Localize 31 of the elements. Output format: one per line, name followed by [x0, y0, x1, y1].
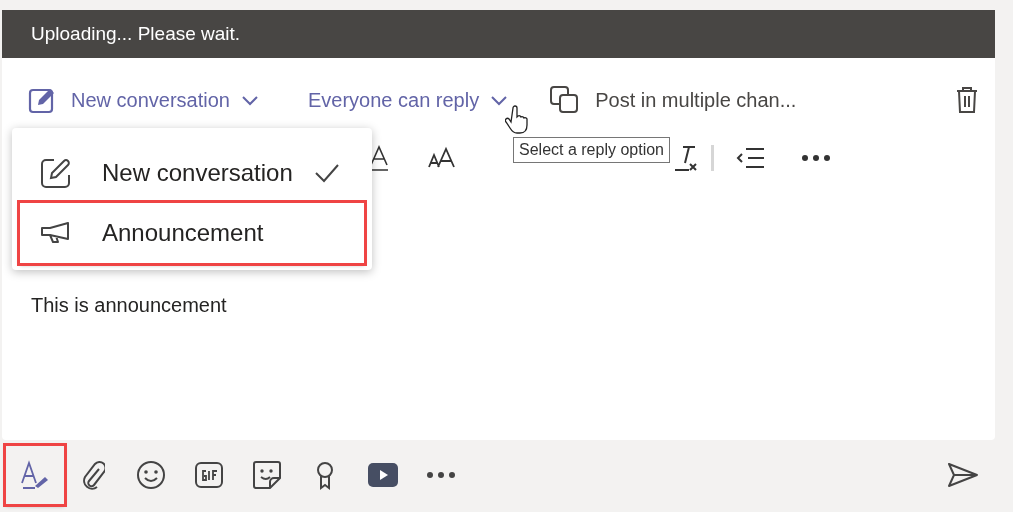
more-formatting-button[interactable] — [801, 154, 831, 162]
paperclip-icon — [81, 459, 105, 491]
format-icon — [19, 459, 51, 491]
format-button[interactable] — [6, 446, 64, 504]
trash-icon — [955, 85, 979, 115]
megaphone-icon — [40, 222, 72, 244]
video-play-icon — [368, 463, 398, 487]
emoji-icon — [136, 460, 166, 490]
more-icon — [426, 471, 456, 479]
gif-icon — [194, 460, 224, 490]
ribbon-icon — [314, 460, 336, 490]
upload-message: Uploading... Please wait. — [31, 21, 241, 46]
outdent-icon — [736, 146, 766, 170]
clear-formatting-button[interactable] — [673, 144, 699, 172]
compose-icon — [40, 157, 72, 189]
send-icon — [947, 462, 979, 488]
message-text: This is announcement — [31, 294, 227, 316]
clear-format-icon — [673, 144, 699, 172]
more-icon — [801, 154, 831, 162]
outdent-button[interactable] — [736, 146, 766, 170]
post-type-dropdown[interactable]: New conversation — [28, 85, 260, 115]
delete-button[interactable] — [955, 85, 979, 115]
sticker-icon — [252, 460, 282, 490]
compose-icon — [28, 86, 56, 114]
tooltip: Select a reply option — [513, 137, 670, 163]
menu-item[interactable]: Announcement — [20, 203, 364, 263]
hand-cursor-icon — [505, 105, 531, 135]
checkmark-icon — [314, 163, 340, 183]
menu-item[interactable]: New conversation — [20, 143, 364, 203]
post-multiple-channels-button[interactable]: Post in multiple chan... — [549, 85, 797, 115]
reply-option-dropdown[interactable]: Everyone can reply — [307, 85, 510, 115]
